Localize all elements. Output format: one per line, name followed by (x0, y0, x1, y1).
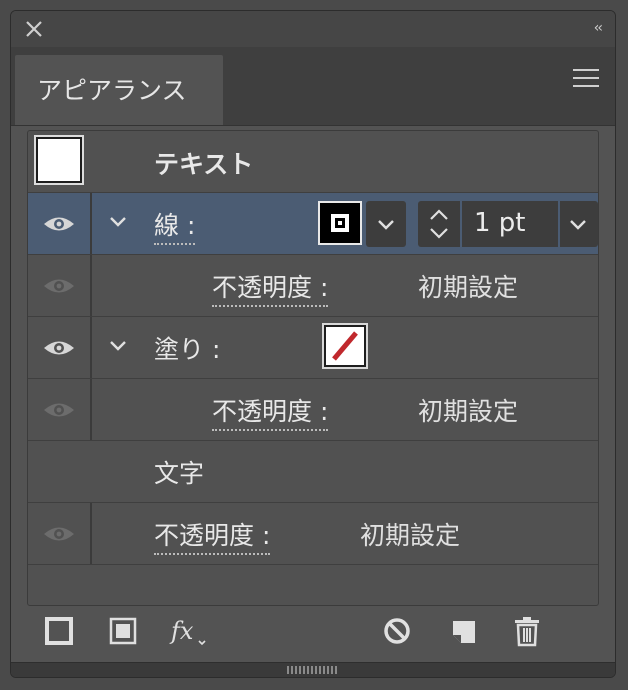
duplicate-item-icon[interactable] (443, 611, 483, 651)
appearance-list: テキスト 線 : 1 pt 不透明度: 初期設定 塗り: 不透明度: 初期… (27, 130, 599, 606)
fill-opacity-value: 初期設定 (418, 397, 519, 426)
panel-tabbar: アピアランス (11, 47, 615, 126)
none-color-icon (332, 331, 358, 361)
object-opacity-label[interactable]: 不透明度 : (154, 516, 271, 555)
characters-label: 文字 (154, 459, 205, 488)
add-stroke-icon[interactable] (39, 611, 79, 651)
fx-icon[interactable]: fx (167, 611, 207, 651)
eye-icon[interactable] (42, 523, 76, 545)
stroke-color-dropdown[interactable] (366, 201, 406, 247)
field-divider (558, 201, 560, 247)
fill-opacity-row[interactable]: 不透明度 : 初期設定 (28, 379, 598, 441)
stroke-label[interactable]: 線 : (154, 206, 196, 245)
trash-icon[interactable] (507, 611, 547, 651)
object-opacity-value: 初期設定 (360, 521, 461, 550)
add-fill-icon[interactable] (103, 611, 143, 651)
object-opacity-row[interactable]: 不透明度 : 初期設定 (28, 503, 598, 565)
stroke-color-swatch[interactable] (318, 201, 362, 245)
eye-icon[interactable] (42, 275, 76, 297)
chevron-down-icon[interactable] (108, 335, 128, 355)
tab-label: アピアランス (37, 76, 187, 105)
stroke-weight-value[interactable]: 1 pt (474, 208, 526, 238)
svg-text:fx: fx (169, 617, 194, 645)
stroke-weight-field[interactable]: 1 pt (418, 201, 598, 247)
object-label: テキスト (154, 150, 254, 179)
close-icon[interactable] (25, 20, 43, 38)
fill-opacity-label[interactable]: 不透明度 : (212, 392, 329, 431)
chevron-down-icon (378, 220, 394, 230)
fill-color-swatch[interactable] (324, 325, 366, 367)
field-divider (460, 201, 462, 247)
stroke-row[interactable]: 線 : 1 pt (28, 193, 598, 255)
chevron-down-icon[interactable] (568, 215, 588, 235)
clear-appearance-icon[interactable] (377, 611, 417, 651)
fill-row[interactable]: 塗り : (28, 317, 598, 379)
stroke-opacity-label[interactable]: 不透明度 : (212, 268, 329, 307)
stepper-icon[interactable] (426, 207, 452, 241)
eye-icon[interactable] (42, 399, 76, 421)
resize-grip-icon[interactable] (287, 666, 339, 674)
chevron-down-icon[interactable] (108, 211, 128, 231)
characters-row[interactable]: 文字 (28, 441, 598, 503)
panel-toolbar: fx (11, 611, 615, 655)
row-divider (90, 255, 92, 316)
fill-label[interactable]: 塗り : (154, 330, 220, 366)
panel-titlebar: ‹‹ (11, 11, 615, 47)
panel-bottom-bar (11, 662, 615, 677)
object-row[interactable]: テキスト (28, 131, 598, 193)
panel-menu-icon[interactable] (573, 69, 599, 89)
eye-icon[interactable] (42, 213, 76, 235)
row-divider (90, 317, 92, 378)
row-divider (90, 503, 92, 564)
collapse-icon[interactable]: ‹‹ (594, 20, 603, 36)
row-divider (90, 193, 92, 254)
stroke-opacity-row[interactable]: 不透明度 : 初期設定 (28, 255, 598, 317)
eye-icon[interactable] (42, 337, 76, 359)
tab-appearance[interactable]: アピアランス (15, 55, 223, 125)
stroke-opacity-value: 初期設定 (418, 273, 519, 302)
object-thumbnail (36, 137, 82, 183)
row-divider (90, 379, 92, 440)
appearance-panel: ‹‹ アピアランス テキスト 線 : 1 pt 不透明度: 初期設定 塗り:… (10, 10, 616, 678)
